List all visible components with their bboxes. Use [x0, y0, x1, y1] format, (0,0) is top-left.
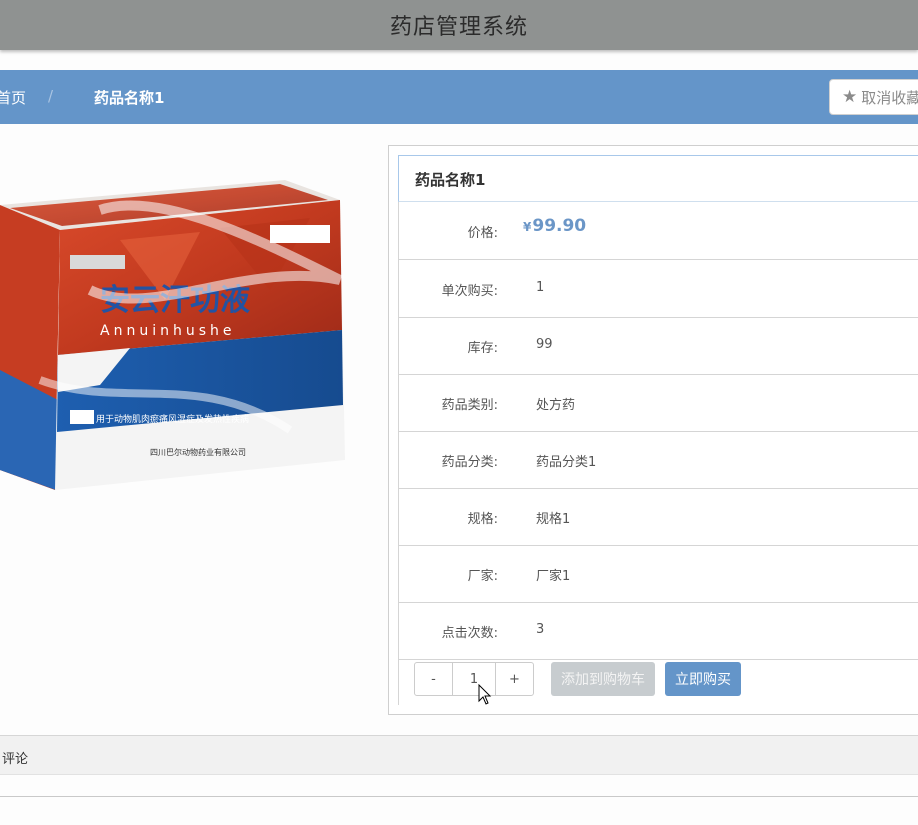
star-icon: ★ [842, 87, 858, 107]
increase-quantity-button[interactable]: + [496, 663, 533, 695]
info-label: 库存: [467, 341, 498, 356]
unfavorite-label: 取消收藏 [861, 88, 918, 107]
info-label: 厂家: [467, 569, 498, 584]
mouse-cursor-icon [478, 684, 492, 705]
breadcrumb-current: 药品名称1 [94, 89, 165, 107]
quantity-stepper: - 1 + [414, 662, 534, 696]
comments-label: 评论 [2, 752, 29, 767]
info-row-clicks: 点击次数: 3 [398, 602, 918, 660]
info-value: 规格1 [536, 512, 571, 527]
buy-now-button[interactable]: 立即购买 [665, 662, 741, 696]
info-label: 点击次数: [441, 626, 498, 641]
price-label: 价格: [467, 226, 498, 241]
info-value: 药品分类1 [536, 455, 597, 470]
purchase-actions: - 1 + 添加到购物车 立即购买 [398, 655, 918, 705]
app-title: 药店管理系统 [389, 15, 528, 40]
info-row-spec: 规格: 规格1 [398, 488, 918, 546]
info-value: 1 [536, 280, 545, 295]
info-row-category: 药品分类: 药品分类1 [398, 431, 918, 489]
info-label: 规格: [467, 512, 498, 527]
info-label: 药品分类: [441, 455, 498, 470]
info-row-stock: 库存: 99 [398, 317, 918, 375]
info-value: 99 [536, 337, 553, 352]
divider [0, 796, 918, 797]
breadcrumb-separator: / [48, 87, 54, 105]
unfavorite-button[interactable]: ★ 取消收藏 [829, 79, 918, 115]
product-name: 药品名称1 [398, 155, 918, 202]
product-image: 安云汗功液 Annuinhushe 用于动物肌肉瘀痛风湿症及发热性疾病 四川巴尔… [0, 180, 345, 490]
svg-text:四川巴尔动物药业有限公司: 四川巴尔动物药业有限公司 [150, 447, 246, 457]
price-amount: 99.90 [532, 216, 587, 236]
info-row-single-purchase: 单次购买: 1 [398, 260, 918, 318]
add-to-cart-button[interactable]: 添加到购物车 [551, 662, 655, 696]
product-info-panel: 药品名称1 价格: ¥99.90 单次购买: 1 库存: 99 药品类别: 处方… [388, 145, 918, 715]
svg-text:用于动物肌肉瘀痛风湿症及发热性疾病: 用于动物肌肉瘀痛风湿症及发热性疾病 [96, 413, 249, 425]
price-row: 价格: ¥99.90 [398, 202, 918, 260]
app-header: 药店管理系统 [0, 0, 918, 50]
info-label: 单次购买: [441, 284, 498, 299]
price-value: ¥99.90 [523, 216, 586, 236]
info-row-type: 药品类别: 处方药 [398, 374, 918, 432]
info-label: 药品类别: [441, 398, 498, 413]
currency-symbol: ¥ [523, 220, 532, 234]
svg-text:Annuinhushe: Annuinhushe [100, 323, 236, 339]
info-value: 3 [536, 622, 545, 637]
breadcrumb: 首页 / 药品名称1 [0, 70, 918, 124]
comments-section-header: 评论 [0, 735, 918, 775]
info-value: 厂家1 [536, 569, 571, 584]
breadcrumb-home-link[interactable]: 首页 [0, 87, 26, 108]
decrease-quantity-button[interactable]: - [415, 663, 452, 695]
info-row-manufacturer: 厂家: 厂家1 [398, 545, 918, 603]
info-value: 处方药 [536, 398, 576, 413]
